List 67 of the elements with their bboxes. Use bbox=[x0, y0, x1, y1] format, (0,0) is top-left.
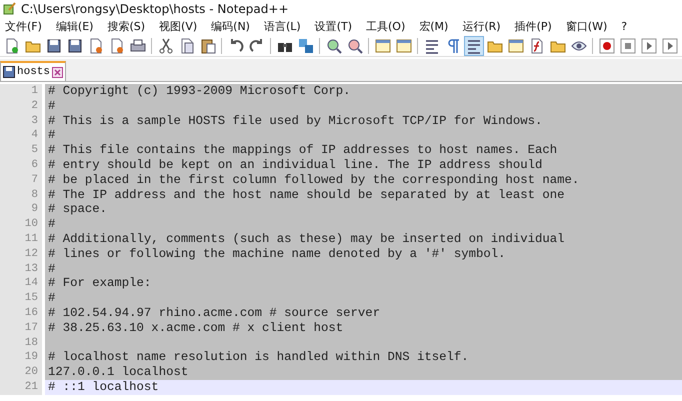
scissors-icon bbox=[158, 38, 174, 54]
zoom-in-icon bbox=[326, 38, 342, 54]
line-number: 7 bbox=[0, 172, 42, 188]
close-file-icon bbox=[88, 38, 104, 54]
paste-icon bbox=[200, 38, 216, 54]
menu-item[interactable]: 工具(O) bbox=[363, 18, 410, 34]
line-number: 10 bbox=[0, 217, 42, 232]
replace-icon bbox=[298, 38, 314, 54]
tab-label: hosts bbox=[17, 66, 50, 78]
close-icon[interactable] bbox=[52, 66, 64, 78]
printer-icon bbox=[130, 38, 146, 54]
menu-item[interactable]: 宏(M) bbox=[416, 18, 454, 34]
menu-item[interactable]: 编辑(E) bbox=[52, 18, 98, 34]
new-file-icon bbox=[4, 38, 20, 54]
line-number: 18 bbox=[0, 336, 42, 350]
function-list-icon bbox=[528, 38, 544, 54]
menu-item[interactable]: 插件(P) bbox=[512, 18, 557, 34]
window-icon bbox=[374, 38, 390, 54]
menu-item[interactable]: 窗口(W) bbox=[562, 18, 612, 34]
menu-item[interactable]: 运行(R) bbox=[459, 18, 506, 34]
save-icon bbox=[46, 38, 62, 54]
line-number: 12 bbox=[0, 246, 42, 262]
play-icon bbox=[640, 38, 656, 54]
line-number: 13 bbox=[0, 262, 42, 276]
redo-icon bbox=[248, 38, 264, 54]
zoom-out-icon bbox=[346, 38, 362, 54]
line-number: 17 bbox=[0, 320, 42, 336]
menu-item[interactable]: 文件(F) bbox=[2, 18, 47, 34]
toolbar-button[interactable] bbox=[464, 36, 484, 56]
close-all-icon bbox=[108, 38, 124, 54]
line-number: 5 bbox=[0, 143, 42, 158]
window-icon bbox=[396, 38, 412, 54]
line-number: 19 bbox=[0, 350, 42, 366]
window-title: C:\Users\rongsy\Desktop\hosts - Notepad++ bbox=[21, 2, 288, 16]
menu-item[interactable]: 视图(V) bbox=[156, 18, 202, 34]
line-number: 16 bbox=[0, 306, 42, 321]
word-wrap-icon bbox=[424, 38, 440, 54]
save-icon bbox=[3, 66, 15, 78]
app-icon bbox=[3, 2, 16, 15]
menu-item[interactable]: ? bbox=[618, 20, 632, 32]
document-map-icon bbox=[508, 38, 524, 54]
menu-item[interactable]: 设置(T) bbox=[312, 18, 357, 34]
line-number: 20 bbox=[0, 365, 42, 380]
line-number: 15 bbox=[0, 291, 42, 306]
menu-item[interactable]: 搜索(S) bbox=[104, 18, 150, 34]
line-number: 8 bbox=[0, 188, 42, 202]
line-number: 21 bbox=[0, 380, 42, 395]
line-number: 6 bbox=[0, 158, 42, 173]
indent-guide-icon bbox=[466, 38, 482, 54]
menu-item[interactable]: 语言(L) bbox=[260, 18, 306, 34]
line-number: 3 bbox=[0, 114, 42, 128]
file-tab[interactable]: hosts bbox=[0, 61, 66, 81]
record-icon bbox=[598, 38, 614, 54]
menu-item[interactable]: 编码(N) bbox=[208, 18, 255, 34]
copy-icon bbox=[178, 38, 194, 54]
line-number: 14 bbox=[0, 276, 42, 292]
play-multiple-icon bbox=[662, 38, 678, 54]
line-number: 11 bbox=[0, 232, 42, 247]
stop-icon bbox=[620, 38, 636, 54]
toolbar-button[interactable] bbox=[638, 36, 658, 56]
toolbar-button[interactable] bbox=[596, 36, 616, 56]
line-number: 1 bbox=[0, 84, 42, 99]
line-number: 4 bbox=[0, 128, 42, 144]
save-all-icon bbox=[66, 38, 82, 54]
line-number: 2 bbox=[0, 98, 42, 114]
line-number: 9 bbox=[0, 202, 42, 218]
toolbar-button[interactable] bbox=[660, 36, 680, 56]
